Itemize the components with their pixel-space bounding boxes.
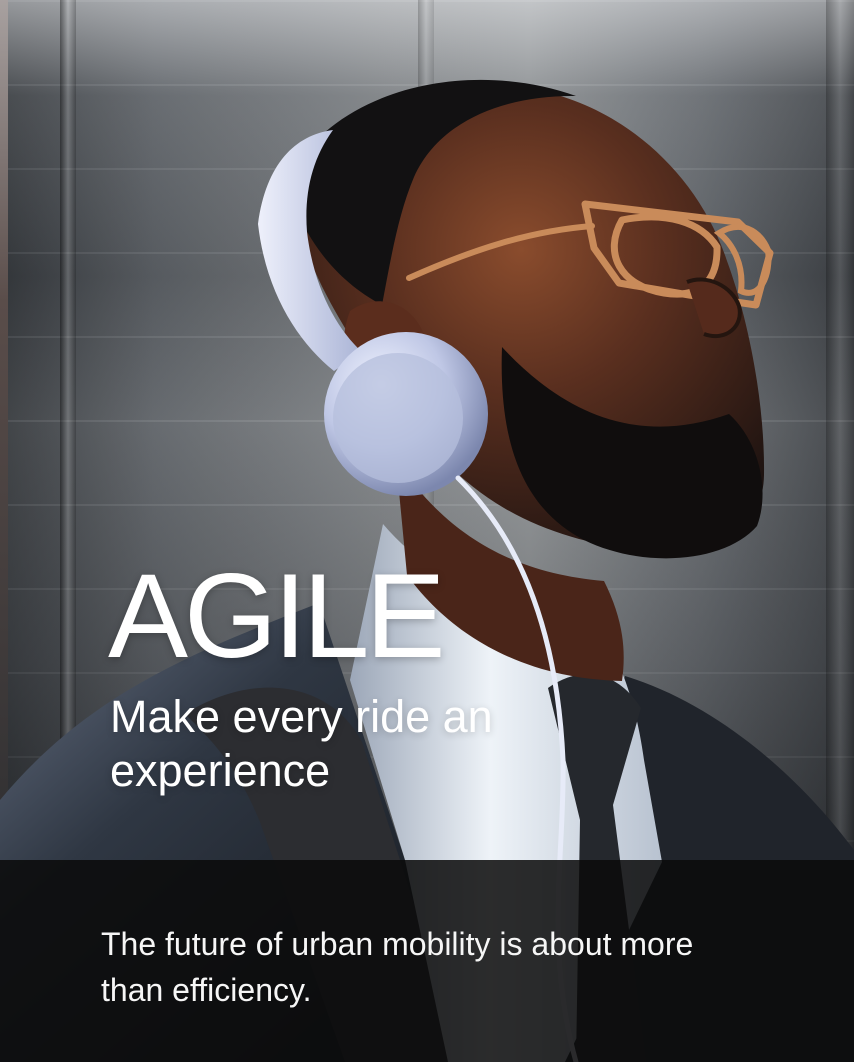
caption-text: The future of urban mobility is about mo… [101,926,694,1008]
headphone-cup-inner [333,353,463,483]
hero-title: AGILE [108,549,446,683]
caption-band: The future of urban mobility is about mo… [0,860,854,1062]
hero-subtitle: Make every ride an experience [110,691,493,796]
hero-card: AGILE Make every ride an experience The … [0,0,854,1062]
hero-copy: AGILE Make every ride an experience [108,556,628,798]
